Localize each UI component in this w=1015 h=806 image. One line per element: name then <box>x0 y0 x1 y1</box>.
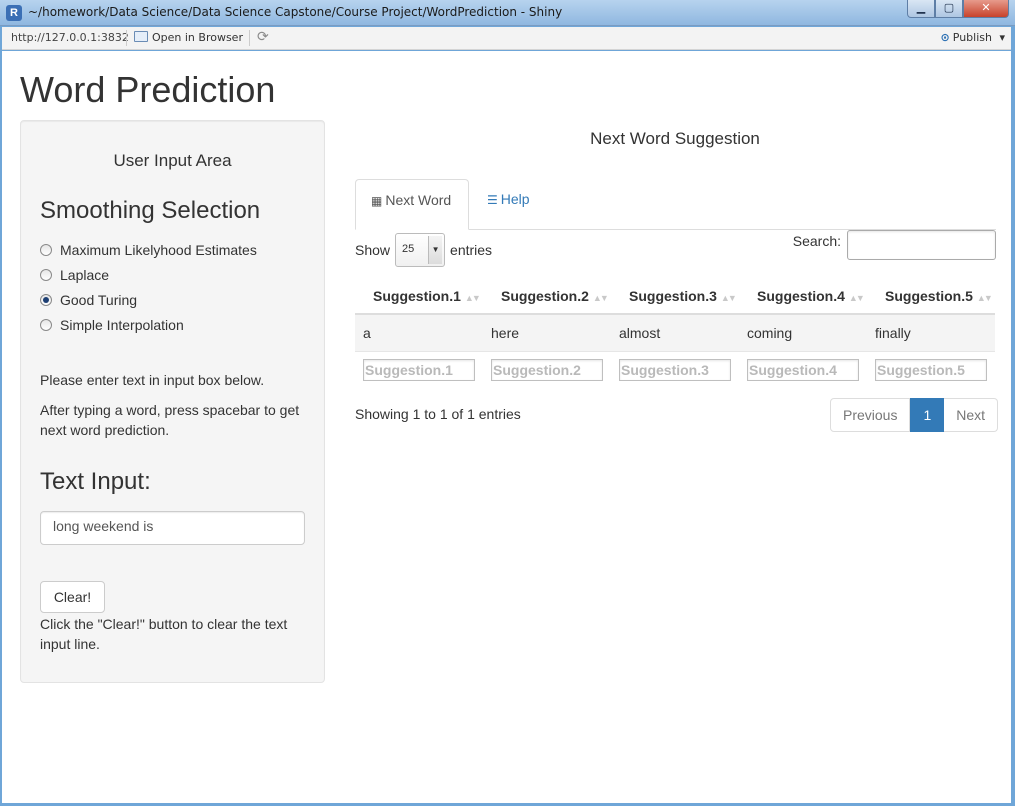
toolbar-divider <box>249 30 250 46</box>
rstudio-app-icon: R <box>6 5 22 21</box>
radio-button[interactable] <box>40 319 52 331</box>
column-header-label: Suggestion.3 <box>629 287 717 304</box>
radio-label: Laplace <box>60 267 110 283</box>
page-length-control: Show 25 ▼ entries <box>355 233 492 267</box>
table-row: a here almost coming finally <box>355 314 995 352</box>
column-filter-input[interactable]: Suggestion.2 <box>491 359 603 382</box>
entries-label: entries <box>450 242 493 258</box>
minimize-button[interactable]: ▁ <box>907 0 935 18</box>
close-button[interactable]: ✕ <box>963 0 1009 18</box>
column-header[interactable]: Suggestion.1 ▲▼ <box>355 278 483 315</box>
viewer-toolbar: http://127.0.0.1:3832 Open in Browser ⟳ … <box>2 27 1011 50</box>
filter-cell: Suggestion.5 <box>867 351 995 389</box>
maximize-button[interactable]: ▢ <box>935 0 963 18</box>
column-header-label: Suggestion.2 <box>501 287 589 304</box>
sidebar-heading: User Input Area <box>113 151 232 170</box>
page-1-button[interactable]: 1 <box>910 398 945 432</box>
table-icon: ▦ <box>371 194 383 208</box>
column-filter-input[interactable]: Suggestion.5 <box>875 359 987 382</box>
filter-row: Suggestion.1 Suggestion.2 Suggestion.3 S… <box>355 351 995 389</box>
tab-bar: ▦ Next Word ☰ Help <box>355 179 996 230</box>
sort-icon: ▲▼ <box>464 292 481 303</box>
table-cell: coming <box>739 314 867 352</box>
sort-icon: ▲▼ <box>720 292 737 303</box>
column-header-label: Suggestion.1 <box>373 287 461 304</box>
radio-option-laplace[interactable]: Laplace <box>40 267 109 283</box>
radio-button[interactable] <box>40 244 52 256</box>
table-header-row: Suggestion.1 ▲▼ Suggestion.2 ▲▼ Suggestion… <box>355 278 995 315</box>
open-in-browser-button[interactable]: Open in Browser <box>134 31 243 44</box>
search-label: Search: <box>792 233 841 249</box>
table-cell: almost <box>611 314 739 352</box>
url-label: http://127.0.0.1:3832 <box>11 31 129 44</box>
clear-button[interactable]: Clear! <box>40 581 105 613</box>
page-length-value: 25 <box>402 243 415 255</box>
dropdown-arrow-icon: ▼ <box>428 236 443 264</box>
suggestion-table: Suggestion.1 ▲▼ Suggestion.2 ▲▼ Suggestion… <box>355 278 995 389</box>
instruction-text: After typing a word, press spacebar to g… <box>40 402 300 438</box>
publish-button[interactable]: ⊙ Publish ▾ <box>941 31 1005 44</box>
toolbar-divider <box>126 30 127 46</box>
tab-label: Help <box>500 191 530 207</box>
table-cell: finally <box>867 314 995 352</box>
column-filter-input[interactable]: Suggestion.4 <box>747 359 859 382</box>
pagination: Previous 1 Next <box>830 398 999 432</box>
table-cell: a <box>355 314 483 352</box>
table-info: Showing 1 to 1 of 1 entries <box>355 406 521 422</box>
window-frame <box>1011 26 1015 806</box>
next-page-button[interactable]: Next <box>944 398 999 432</box>
chevron-down-icon: ▾ <box>999 31 1005 44</box>
column-header-label: Suggestion.4 <box>757 287 845 304</box>
sort-icon: ▲▼ <box>976 292 993 303</box>
radio-button-selected[interactable] <box>40 294 52 306</box>
open-in-browser-label: Open in Browser <box>152 31 243 44</box>
publish-icon: ⊙ <box>940 31 950 44</box>
page-title: Word Prediction <box>20 69 276 110</box>
instruction-text: Please enter text in input box below. <box>40 372 265 388</box>
page-length-select[interactable]: 25 ▼ <box>395 233 446 267</box>
previous-page-button[interactable]: Previous <box>830 398 911 432</box>
window-titlebar: R ~/homework/Data Science/Data Science C… <box>0 0 1015 26</box>
filter-cell: Suggestion.2 <box>483 351 611 389</box>
radio-label: Simple Interpolation <box>60 317 184 333</box>
column-header-label: Suggestion.5 <box>885 287 973 304</box>
window-controls: ▁ ▢ ✕ <box>907 0 1009 18</box>
column-header[interactable]: Suggestion.2 ▲▼ <box>483 278 611 315</box>
tab-next-word[interactable]: ▦ Next Word <box>355 179 469 230</box>
table-search: Search: <box>793 230 996 260</box>
text-input-heading: Text Input: <box>40 468 151 495</box>
sidebar-panel: User Input Area Smoothing Selection Maxi… <box>20 120 325 683</box>
radio-label: Good Turing <box>60 292 138 308</box>
refresh-icon[interactable]: ⟳ <box>257 29 269 45</box>
radio-option-simple-interpolation[interactable]: Simple Interpolation <box>40 317 184 333</box>
radio-option-mle[interactable]: Maximum Likelyhood Estimates <box>40 242 257 258</box>
tab-help[interactable]: ☰ Help <box>472 179 545 230</box>
radio-button[interactable] <box>40 269 52 281</box>
radio-label: Maximum Likelyhood Estimates <box>60 242 257 258</box>
sort-icon: ▲▼ <box>848 292 865 303</box>
app-viewport: Word Prediction User Input Area Smoothin… <box>2 51 1011 803</box>
filter-cell: Suggestion.3 <box>611 351 739 389</box>
smoothing-heading: Smoothing Selection <box>40 197 261 224</box>
search-input[interactable] <box>847 230 996 260</box>
publish-label: Publish <box>952 31 992 44</box>
sort-icon: ▲▼ <box>592 292 609 303</box>
tab-label: Next Word <box>385 192 452 208</box>
table-cell: here <box>483 314 611 352</box>
show-label: Show <box>355 242 391 258</box>
column-header[interactable]: Suggestion.4 ▲▼ <box>739 278 867 315</box>
column-filter-input[interactable]: Suggestion.1 <box>363 359 475 382</box>
radio-option-good-turing[interactable]: Good Turing <box>40 292 137 308</box>
window-title: ~/homework/Data Science/Data Science Cap… <box>28 5 563 19</box>
main-panel-title: Next Word Suggestion <box>590 129 760 148</box>
text-input-field[interactable]: long weekend is <box>40 511 305 545</box>
clear-help-text: Click the "Clear!" button to clear the t… <box>40 616 288 652</box>
column-filter-input[interactable]: Suggestion.3 <box>619 359 731 382</box>
column-header[interactable]: Suggestion.5 ▲▼ <box>867 278 995 315</box>
filter-cell: Suggestion.1 <box>355 351 483 389</box>
list-icon: ☰ <box>487 193 498 207</box>
filter-cell: Suggestion.4 <box>739 351 867 389</box>
column-header[interactable]: Suggestion.3 ▲▼ <box>611 278 739 315</box>
browser-window-icon <box>134 31 148 42</box>
